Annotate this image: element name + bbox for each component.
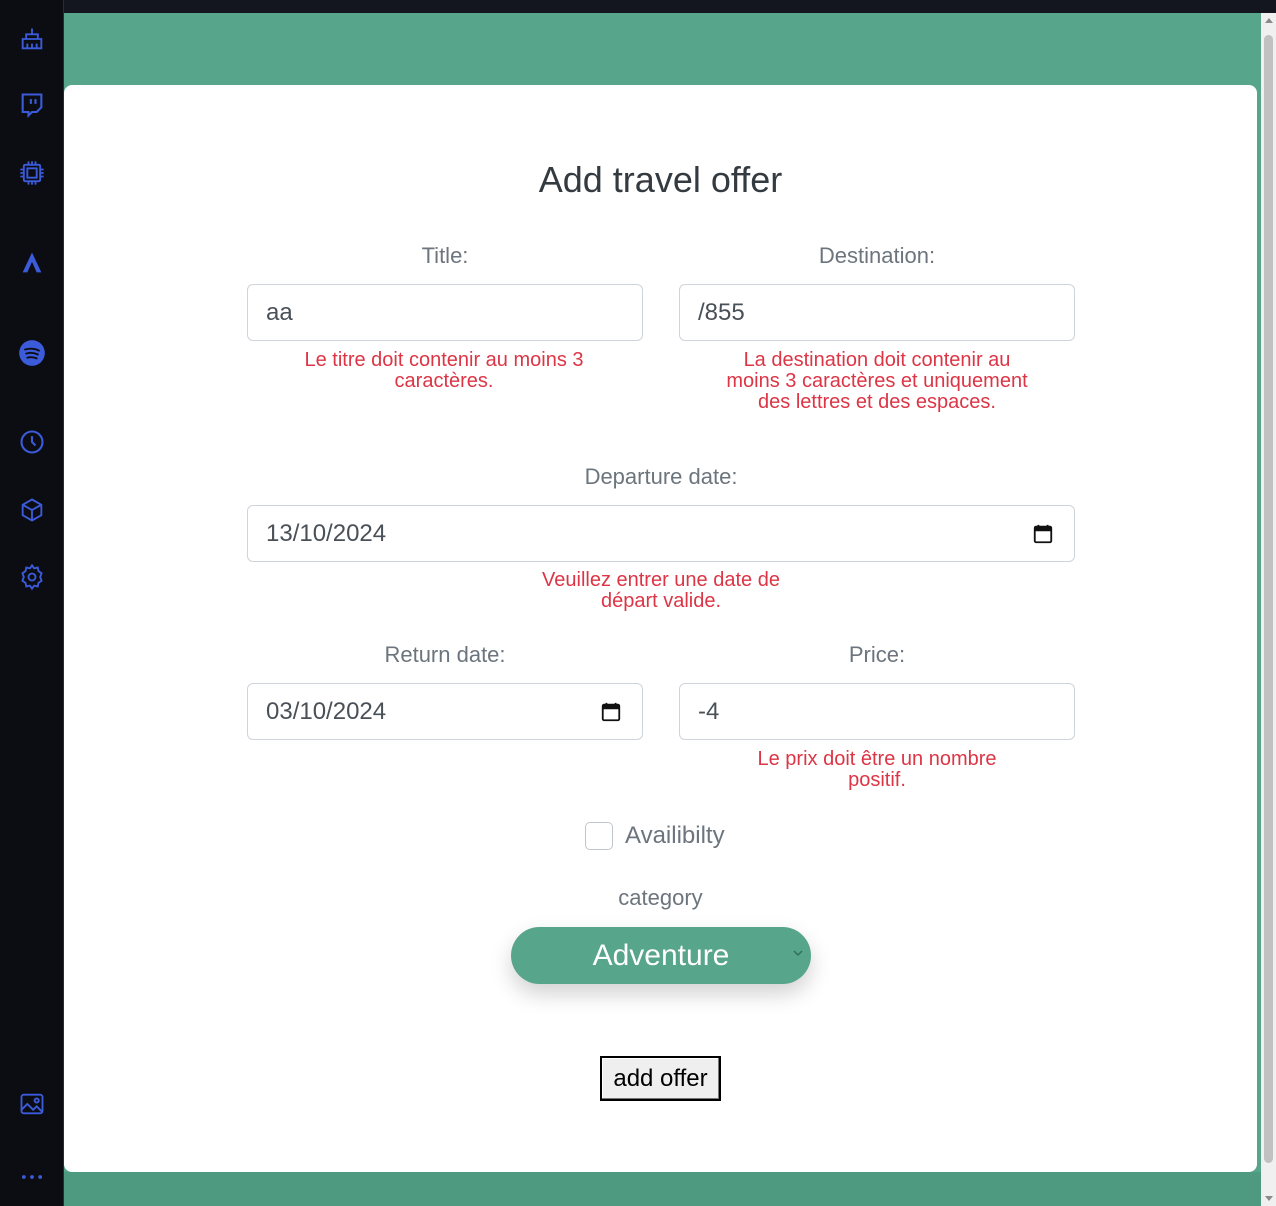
offer-form-card: Add travel offer Title: aa Le titre doit… — [64, 85, 1257, 1172]
spotify-icon[interactable] — [17, 338, 47, 368]
title-error: Le titre doit contenir au moins 3 caract… — [304, 349, 584, 392]
availability-label: Availibilty — [625, 822, 725, 849]
departure-label: Departure date: — [584, 464, 738, 489]
form-heading: Add travel offer — [538, 159, 783, 200]
scrollbar-thumb[interactable] — [1264, 35, 1273, 1163]
more-icon[interactable] — [17, 1162, 47, 1192]
availability-field: Availibilty — [585, 822, 725, 850]
departure-error: Veuillez entrer une date de départ valid… — [542, 569, 780, 612]
destination-label: Destination: — [818, 243, 936, 268]
scroll-down-icon[interactable] — [1265, 1196, 1273, 1201]
category-select[interactable]: Adventure — [511, 927, 811, 984]
broom-icon[interactable] — [17, 24, 47, 54]
add-offer-button[interactable]: add offer — [600, 1056, 721, 1101]
departure-date-input[interactable]: 13/10/2024 — [247, 505, 1075, 562]
page-footer-band — [64, 1172, 1261, 1206]
twitch-icon[interactable] — [17, 90, 47, 120]
gallery-icon[interactable] — [17, 1089, 47, 1119]
title-label: Title: — [421, 243, 469, 268]
category-selected-value: Adventure — [592, 938, 730, 972]
clock-icon[interactable] — [17, 427, 47, 457]
category-label: category — [618, 885, 703, 910]
return-date-value: 03/10/2024 — [266, 697, 387, 725]
arc-icon[interactable] — [17, 248, 47, 278]
price-error: Le prix doit être un nombre positif. — [757, 748, 997, 791]
calendar-icon[interactable] — [1032, 523, 1054, 545]
vertical-scrollbar[interactable] — [1261, 13, 1276, 1206]
title-input[interactable]: aa — [247, 284, 643, 341]
price-input[interactable]: -4 — [679, 683, 1075, 740]
window-top-strip — [64, 0, 1276, 13]
departure-date-value: 13/10/2024 — [266, 519, 387, 547]
return-label: Return date: — [384, 642, 506, 667]
app-dock — [0, 0, 64, 1206]
gear-icon[interactable] — [17, 562, 47, 592]
destination-input[interactable]: /855 — [679, 284, 1075, 341]
return-date-input[interactable]: 03/10/2024 — [247, 683, 643, 740]
availability-checkbox[interactable] — [585, 822, 613, 850]
chip-icon[interactable] — [17, 158, 47, 188]
destination-error: La destination doit contenir au moins 3 … — [726, 349, 1028, 413]
cube-icon[interactable] — [17, 495, 47, 525]
calendar-icon[interactable] — [600, 701, 622, 723]
price-label: Price: — [848, 642, 906, 667]
scroll-up-icon[interactable] — [1265, 18, 1273, 23]
chevron-down-icon — [793, 950, 803, 956]
